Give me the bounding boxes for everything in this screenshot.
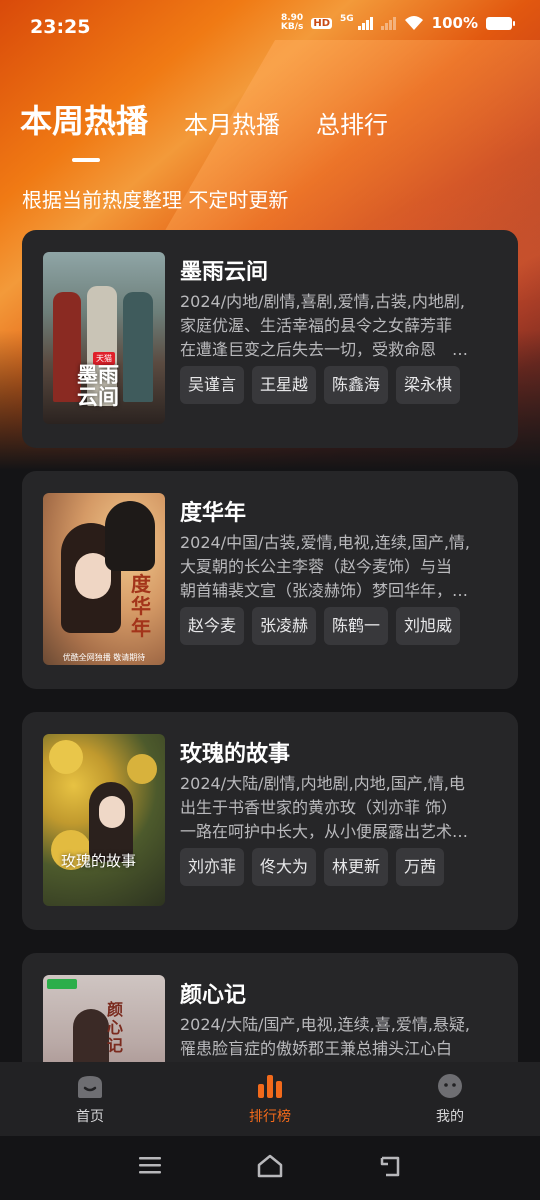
drama-description-line: 在遭逢巨变之后失去一切，受救命恩 … [180, 340, 469, 359]
status-bar: 23:25 8.90 KB/s HD 5G 100% [0, 0, 540, 56]
bottom-navigation: 首页 排行榜 我的 [0, 1062, 540, 1136]
back-icon[interactable] [378, 1154, 404, 1178]
drama-meta: 2024/内地/剧情,喜剧,爱情,古装,内地剧, [180, 292, 465, 311]
drama-poster[interactable]: 天猫 墨雨 云间 [43, 252, 165, 424]
status-time: 23:25 [30, 16, 91, 38]
nav-home-label: 首页 [76, 1109, 104, 1125]
poster-title-art: 墨雨 云间 [77, 362, 119, 409]
drama-poster[interactable]: 度华年 优酷全网独播 敬请期待 [43, 493, 165, 665]
drama-title: 度华年 [180, 501, 247, 526]
drama-meta: 2024/大陆/剧情,内地剧,内地,国产,情,电 [180, 774, 465, 793]
drama-description-line: 一路在呵护中长大，从小便展露出艺术… [180, 822, 469, 841]
tab-all-time[interactable]: 总排行 [316, 105, 388, 140]
actor-chip[interactable]: 吴谨言 [180, 366, 245, 404]
actor-list: 吴谨言 王星越 陈鑫海 梁永棋 [180, 366, 461, 404]
nav-profile-label: 我的 [436, 1109, 464, 1125]
poster-caption: 优酷全网独播 敬请期待 [62, 653, 146, 662]
nav-ranking-label: 排行榜 [249, 1109, 291, 1125]
actor-chip[interactable]: 赵今麦 [180, 607, 245, 645]
drama-description-line: 大夏朝的长公主李蓉（赵今麦饰）与当 [180, 557, 453, 576]
network-type: 5G [340, 14, 354, 24]
drama-title: 墨雨云间 [180, 260, 269, 285]
nav-home[interactable]: 首页 [0, 1062, 180, 1136]
actor-chip[interactable]: 陈鑫海 [324, 366, 389, 404]
drama-poster[interactable]: 玫瑰的故事 [43, 734, 165, 906]
nav-profile[interactable]: 我的 [360, 1062, 540, 1136]
ranking-tabs: 本周热播 本月热播 总排行 [20, 96, 424, 162]
ranking-icon [258, 1075, 282, 1098]
nav-ranking[interactable]: 排行榜 [180, 1062, 360, 1136]
signal-icon [357, 16, 373, 30]
battery-percent: 100% [431, 14, 478, 32]
drama-description: 出生于书香世家的黄亦玫（刘亦菲 饰） 一路在呵护中长大，从小便展露出艺术… [180, 796, 498, 844]
drama-meta: 2024/大陆/国产,电视,连续,喜,爱情,悬疑, [180, 1015, 471, 1034]
actor-chip[interactable]: 王星越 [252, 366, 317, 404]
poster-figure [105, 501, 155, 571]
poster-figure [123, 292, 153, 402]
actor-chip[interactable]: 刘旭威 [396, 607, 461, 645]
drama-description-line: 出生于书香世家的黄亦玫（刘亦菲 饰） [180, 798, 458, 817]
drama-card[interactable]: 度华年 优酷全网独播 敬请期待 度华年 2024/中国/古装,爱情,电视,连续,… [22, 471, 518, 689]
battery-icon [486, 16, 515, 30]
hd-icon: HD [311, 17, 332, 29]
poster-flower [49, 740, 83, 774]
poster-title-art: 颜心记 [107, 1000, 124, 1055]
ranking-subtitle: 根据当前热度整理 不定时更新 [22, 188, 289, 212]
drama-card[interactable]: 玫瑰的故事 玫瑰的故事 2024/大陆/剧情,内地剧,内地,国产,情,电 出生于… [22, 712, 518, 930]
actor-chip[interactable]: 刘亦菲 [180, 848, 245, 886]
actor-chip[interactable]: 梁永棋 [396, 366, 461, 404]
menu-icon[interactable] [138, 1154, 162, 1176]
poster-figure [73, 1009, 109, 1069]
network-speed-unit: KB/s [280, 22, 304, 32]
actor-chip[interactable]: 张凌赫 [252, 607, 317, 645]
drama-description: 家庭优渥、生活幸福的县令之女薛芳菲 在遭逢巨变之后失去一切，受救命恩 … [180, 314, 498, 362]
actor-chip[interactable]: 万茜 [396, 848, 445, 886]
drama-title: 玫瑰的故事 [180, 742, 291, 767]
drama-description-line: 罹患脸盲症的傲娇郡王兼总捕头江心白 [180, 1039, 453, 1058]
poster-title-art: 度华年 [131, 572, 151, 640]
drama-list[interactable]: 天猫 墨雨 云间 墨雨云间 2024/内地/剧情,喜剧,爱情,古装,内地剧, 家… [22, 230, 518, 1194]
tab-this-month[interactable]: 本月热播 [184, 105, 280, 140]
poster-flower [127, 754, 157, 784]
poster-title-art: 玫瑰的故事 [61, 852, 137, 870]
drama-card[interactable]: 天猫 墨雨 云间 墨雨云间 2024/内地/剧情,喜剧,爱情,古装,内地剧, 家… [22, 230, 518, 448]
wifi-icon [404, 16, 423, 30]
drama-description-line: 朝首辅裴文宣（张凌赫饰）梦回华年，… [180, 581, 469, 600]
home-button-icon[interactable] [256, 1154, 284, 1178]
actor-list: 赵今麦 张凌赫 陈鹤一 刘旭威 [180, 607, 461, 645]
tab-this-week[interactable]: 本周热播 [20, 96, 148, 162]
drama-meta: 2024/中国/古装,爱情,电视,连续,国产,情, [180, 533, 471, 552]
actor-list: 刘亦菲 佟大为 林更新 万茜 [180, 848, 445, 886]
drama-description: 大夏朝的长公主李蓉（赵今麦饰）与当 朝首辅裴文宣（张凌赫饰）梦回华年，… [180, 555, 498, 603]
profile-icon [438, 1074, 462, 1098]
actor-chip[interactable]: 佟大为 [252, 848, 317, 886]
signal-secondary-icon [380, 16, 396, 30]
actor-chip[interactable]: 陈鹤一 [324, 607, 389, 645]
status-indicators: 8.90 KB/s HD 5G 100% [281, 14, 515, 32]
drama-title: 颜心记 [180, 983, 247, 1008]
poster-badge-icon [47, 979, 77, 989]
drama-description-line: 家庭优渥、生活幸福的县令之女薛芳菲 [180, 316, 453, 335]
poster-figure [99, 796, 125, 828]
network-speed: 8.90 KB/s [281, 14, 303, 32]
home-icon [78, 1076, 102, 1098]
system-navigation-bar [0, 1136, 540, 1200]
actor-chip[interactable]: 林更新 [324, 848, 389, 886]
